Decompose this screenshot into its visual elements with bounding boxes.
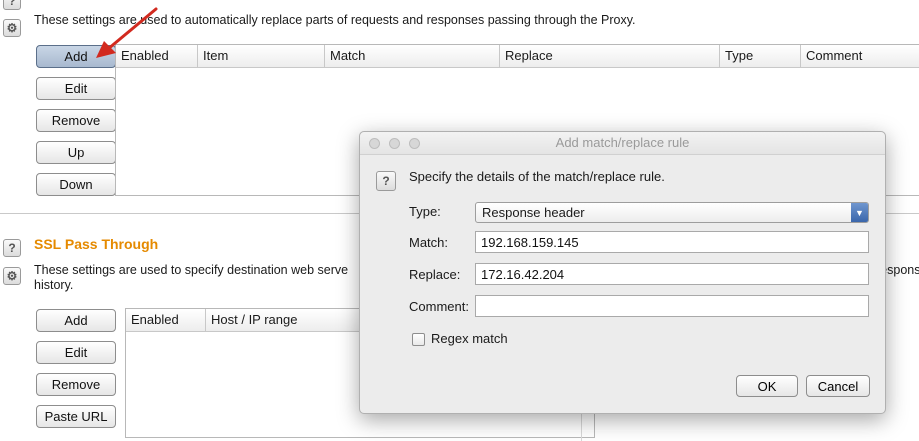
settings-gear-icon-ssl[interactable]: ⚙ — [3, 267, 21, 285]
dialog-help-icon[interactable]: ? — [376, 171, 396, 191]
add-match-replace-dialog: Add match/replace rule ? Specify the det… — [359, 131, 886, 414]
remove-button[interactable]: Remove — [36, 109, 116, 132]
dialog-title: Add match/replace rule — [555, 135, 690, 150]
match-replace-table-header: Enabled Item Match Replace Type Comment — [116, 45, 919, 68]
comment-input[interactable] — [475, 295, 869, 317]
annotation-arrow — [96, 7, 158, 58]
chevron-down-icon[interactable]: ▼ — [851, 203, 868, 222]
ssl-description-line1: These settings are used to specify desti… — [34, 263, 349, 277]
help-icon-top[interactable]: ? — [3, 0, 21, 10]
regex-match-checkbox[interactable] — [412, 333, 425, 346]
help-icon-ssl[interactable]: ? — [3, 239, 21, 257]
regex-match-label[interactable]: Regex match — [431, 331, 508, 346]
ok-button[interactable]: OK — [736, 375, 798, 397]
cancel-button[interactable]: Cancel — [806, 375, 870, 397]
ssl-add-button[interactable]: Add — [36, 309, 116, 332]
up-button[interactable]: Up — [36, 141, 116, 164]
type-select-value: Response header — [482, 205, 585, 220]
column-match[interactable]: Match — [325, 45, 500, 67]
column-type[interactable]: Type — [720, 45, 801, 67]
match-input[interactable] — [475, 231, 869, 253]
ssl-edit-button[interactable]: Edit — [36, 341, 116, 364]
down-button[interactable]: Down — [36, 173, 116, 196]
dialog-help-text: Specify the details of the match/replace… — [409, 169, 665, 184]
ssl-description-line2: history. — [34, 278, 74, 292]
dialog-titlebar[interactable]: Add match/replace rule — [360, 132, 885, 155]
paste-url-button[interactable]: Paste URL — [36, 405, 116, 428]
edit-button[interactable]: Edit — [36, 77, 116, 100]
replace-input[interactable] — [475, 263, 869, 285]
ssl-remove-button[interactable]: Remove — [36, 373, 116, 396]
settings-gear-icon-top[interactable]: ⚙ — [3, 19, 21, 37]
match-label: Match: — [409, 235, 449, 250]
type-label: Type: — [409, 204, 441, 219]
replace-label: Replace: — [409, 267, 461, 282]
column-replace[interactable]: Replace — [500, 45, 720, 67]
ssl-column-enabled[interactable]: Enabled — [126, 309, 206, 331]
type-select[interactable]: Response header ▼ — [475, 202, 869, 223]
comment-label: Comment: — [409, 299, 469, 314]
column-item[interactable]: Item — [198, 45, 325, 67]
column-comment[interactable]: Comment — [801, 45, 919, 67]
ssl-pass-through-title: SSL Pass Through — [34, 236, 159, 252]
